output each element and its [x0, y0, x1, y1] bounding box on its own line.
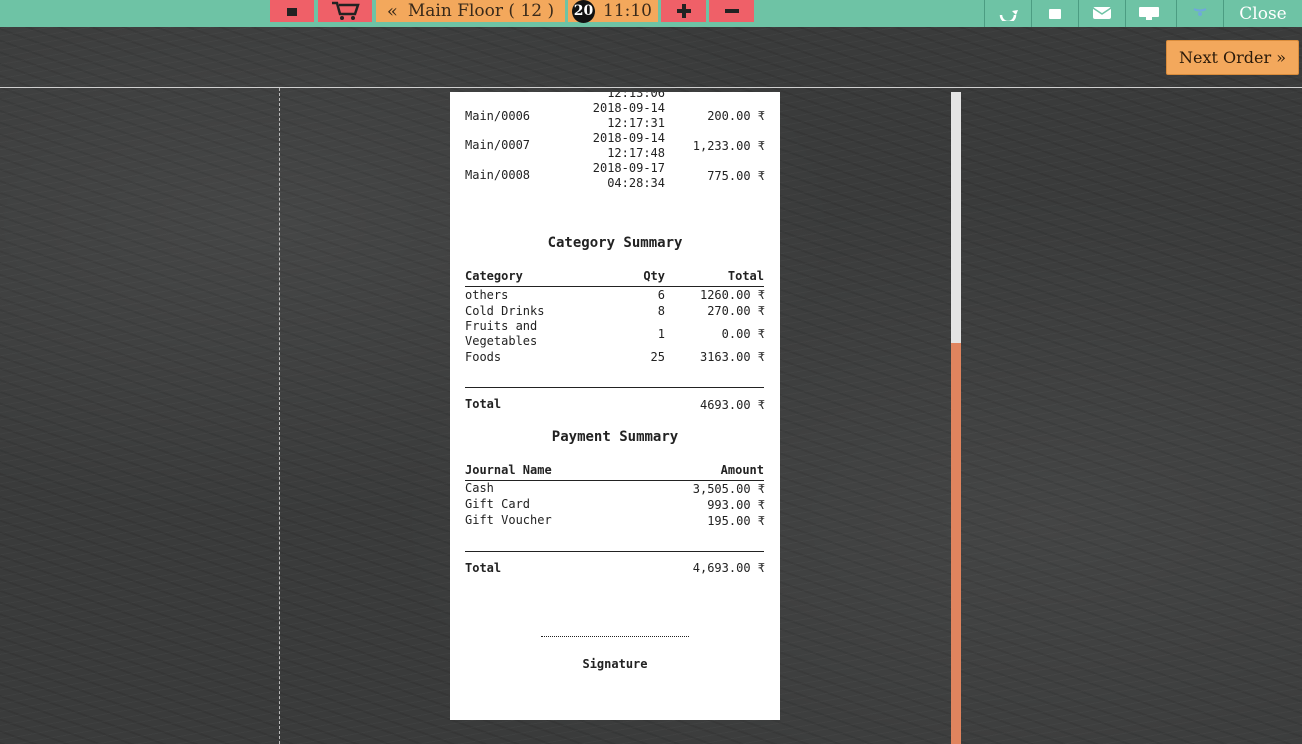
category-total: 270.00 ₹	[707, 304, 765, 318]
order-time: 04:28:34	[607, 176, 665, 190]
monitor-icon	[1138, 6, 1159, 20]
order-time: 12:13:06	[607, 92, 665, 100]
amount-header: Amount	[720, 463, 764, 477]
double-chevron-left-icon: «	[386, 0, 398, 22]
plus-icon	[676, 4, 691, 18]
refresh-button[interactable]	[984, 0, 1030, 27]
category-total: 1260.00 ₹	[699, 288, 765, 302]
total-rule	[465, 387, 764, 388]
category-name: Cold Drinks	[465, 304, 545, 318]
customer-display-button[interactable]	[1125, 0, 1171, 27]
floor-selector-button[interactable]: « Main Floor ( 12 )	[376, 0, 565, 22]
dashed-divider	[279, 88, 280, 744]
header-rule	[465, 286, 764, 287]
journal-amount: 195.00 ₹	[707, 514, 765, 528]
total-header: Total	[727, 269, 764, 283]
category-total: 3163.00 ₹	[699, 350, 765, 364]
category-name: others	[465, 288, 509, 302]
order-ref: Main/0008	[465, 168, 531, 182]
minus-icon	[724, 9, 739, 13]
remove-order-button[interactable]	[709, 0, 754, 22]
order-date: 2018-09-14	[592, 101, 665, 115]
z-report-receipt: 12:13:06 Main/0006 2018-09-14 12:17:31 2…	[450, 92, 780, 720]
close-button[interactable]: Close	[1223, 0, 1302, 27]
journal-name: Gift Voucher	[465, 513, 552, 527]
refresh-icon	[999, 9, 1018, 21]
qty-header: Qty	[643, 269, 665, 283]
signature-line	[541, 636, 689, 637]
lock-icon	[1048, 8, 1061, 19]
messages-button[interactable]	[1078, 0, 1124, 27]
order-time: 12:17:48	[607, 146, 665, 160]
cart-button[interactable]	[318, 0, 372, 22]
category-qty: 8	[657, 304, 665, 318]
order-ref: Main/0006	[465, 109, 531, 123]
signature-label: Signature	[582, 657, 648, 671]
order-time: 12:17:31	[607, 116, 665, 130]
journal-amount: 3,505.00 ₹	[692, 482, 765, 496]
order-amount: 775.00 ₹	[707, 169, 765, 183]
wifi-status[interactable]	[1176, 0, 1222, 27]
lock-icon	[287, 8, 297, 16]
wifi-icon	[1192, 7, 1207, 16]
cart-icon	[332, 1, 360, 20]
category-summary-title: Category Summary	[547, 235, 683, 251]
payment-summary-title: Payment Summary	[551, 429, 679, 445]
floor-label: Main Floor ( 12 )	[407, 1, 555, 21]
order-time: 11:10	[603, 1, 652, 21]
category-qty: 1	[657, 327, 665, 341]
add-order-button[interactable]	[661, 0, 706, 22]
category-qty: 6	[657, 288, 665, 302]
category-name-cont: Vegetables	[465, 334, 538, 348]
journal-amount: 993.00 ₹	[707, 498, 765, 512]
payment-total-value: 4,693.00 ₹	[692, 561, 765, 575]
order-amount: 1,233.00 ₹	[692, 139, 765, 153]
category-qty: 25	[650, 350, 665, 364]
lock-button[interactable]	[270, 0, 314, 22]
lock-screen-button[interactable]	[1031, 0, 1077, 27]
order-timer[interactable]: 20 11:10	[568, 0, 658, 23]
close-label: Close	[1239, 3, 1287, 24]
order-ref: Main/0007	[465, 138, 531, 152]
top-bar: « Main Floor ( 12 ) 20 11:10 Close	[0, 0, 1302, 27]
category-total: 0.00 ₹	[721, 327, 765, 341]
divider	[0, 87, 1302, 88]
order-date: 2018-09-17	[592, 161, 665, 175]
order-amount: 200.00 ₹	[707, 109, 765, 123]
journal-name: Gift Card	[465, 497, 531, 511]
total-rule	[465, 551, 764, 552]
payment-total-label: Total	[465, 561, 502, 575]
category-name: Foods	[465, 350, 502, 364]
category-name: Fruits and	[465, 319, 538, 333]
category-total-label: Total	[465, 397, 502, 411]
header-rule	[465, 480, 764, 481]
scrollbar-thumb[interactable]	[951, 343, 961, 744]
order-date: 2018-09-14	[592, 131, 665, 145]
journal-header: Journal Name	[465, 463, 552, 477]
scrollbar[interactable]	[951, 92, 961, 744]
category-header: Category	[465, 269, 523, 283]
order-count-badge: 20	[572, 0, 595, 23]
next-order-button[interactable]: Next Order »	[1166, 40, 1299, 75]
category-total-value: 4693.00 ₹	[699, 398, 765, 412]
envelope-icon	[1092, 6, 1111, 19]
journal-name: Cash	[465, 481, 494, 495]
